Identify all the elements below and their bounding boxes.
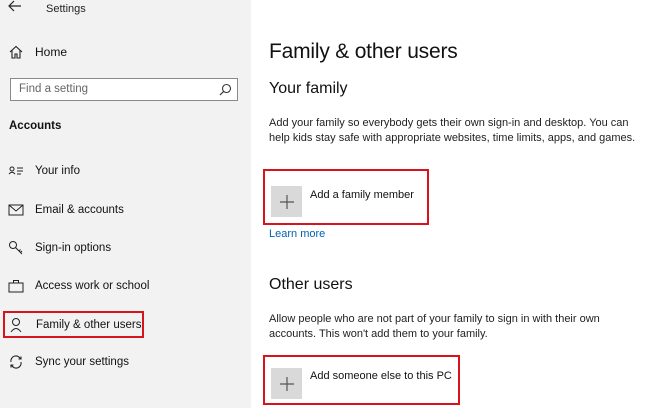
page-title: Family & other users: [269, 40, 458, 63]
home-icon: [8, 45, 24, 59]
home-label: Home: [35, 45, 68, 59]
sidebar-item-label: Sign-in options: [35, 242, 112, 254]
search-placeholder: Find a setting: [19, 83, 89, 95]
add-family-member-label: Add a family member: [310, 189, 414, 201]
home-link[interactable]: Home: [8, 44, 67, 60]
other-users-heading: Other users: [269, 276, 353, 293]
sidebar-item-label: Your info: [35, 165, 80, 177]
your-family-description: Add your family so everybody gets their …: [269, 117, 636, 144]
your-family-heading: Your family: [269, 80, 348, 97]
key-icon: [8, 240, 24, 256]
plus-icon: [271, 368, 302, 399]
sidebar-item-your-info[interactable]: Your info: [8, 161, 80, 181]
app-title: Settings: [46, 3, 86, 15]
back-arrow-icon: [8, 0, 21, 12]
title-bar: Settings: [0, 0, 251, 20]
add-family-member-button[interactable]: Add a family member: [263, 169, 429, 225]
sidebar: Settings Home Find a setting Accounts Yo…: [0, 0, 251, 408]
main-content: Family & other users Your family Add you…: [251, 0, 650, 408]
mail-icon: [8, 202, 24, 218]
sidebar-item-label: Access work or school: [35, 280, 150, 292]
person-icon: [9, 317, 25, 333]
sidebar-item-family-other-users[interactable]: Family & other users: [3, 311, 144, 338]
sidebar-item-label: Sync your settings: [35, 356, 129, 368]
add-someone-else-button[interactable]: Add someone else to this PC: [263, 355, 460, 405]
learn-more-link[interactable]: Learn more: [269, 228, 325, 240]
back-button[interactable]: [8, 0, 26, 16]
sidebar-item-email-accounts[interactable]: Email & accounts: [8, 200, 124, 220]
sidebar-item-sign-in-options[interactable]: Sign-in options: [8, 238, 111, 258]
other-users-description: Allow people who are not part of your fa…: [269, 313, 600, 340]
sidebar-item-access-work-school[interactable]: Access work or school: [8, 276, 149, 296]
plus-icon: [271, 186, 302, 217]
sidebar-item-label: Email & accounts: [35, 204, 124, 216]
add-someone-else-label: Add someone else to this PC: [310, 370, 452, 382]
section-heading-accounts: Accounts: [9, 120, 62, 132]
search-input[interactable]: Find a setting: [10, 78, 238, 101]
search-icon[interactable]: [219, 83, 232, 96]
sidebar-item-sync-settings[interactable]: Sync your settings: [8, 352, 129, 372]
briefcase-icon: [8, 278, 24, 294]
sync-icon: [8, 354, 24, 370]
sidebar-item-label: Family & other users: [36, 318, 142, 331]
contact-card-icon: [8, 163, 24, 179]
